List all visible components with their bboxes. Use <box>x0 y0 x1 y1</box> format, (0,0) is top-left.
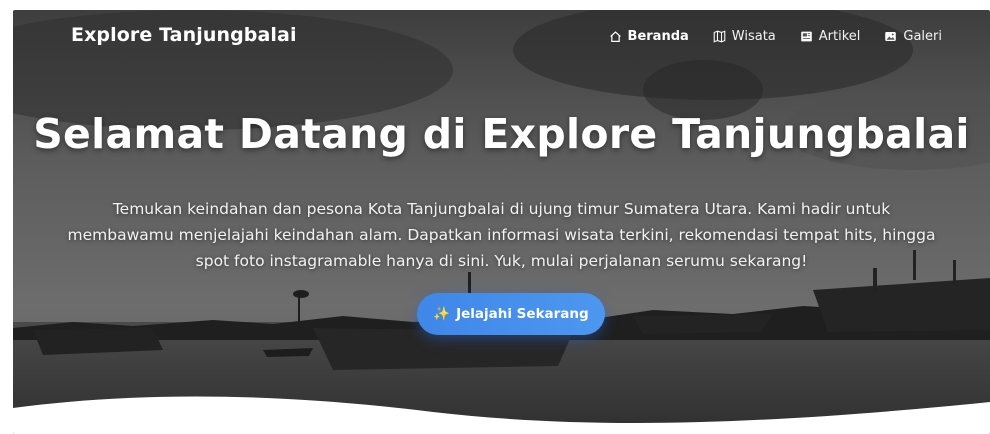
nav-item-label: Beranda <box>627 29 689 44</box>
nav-item-label: Artikel <box>818 29 861 44</box>
nav-item-label: Galeri <box>903 29 942 44</box>
home-icon <box>609 30 622 43</box>
cta-label: Jelajahi Sekarang <box>456 306 589 322</box>
nav-item-beranda[interactable]: Beranda <box>609 29 689 44</box>
nav-item-wisata[interactable]: Wisata <box>713 29 776 44</box>
nav-item-galeri[interactable]: Galeri <box>884 29 942 44</box>
nav-item-artikel[interactable]: Artikel <box>800 29 861 44</box>
gallery-icon <box>884 30 897 43</box>
hero-title: Selamat Datang di Explore Tanjungbalai <box>33 110 970 158</box>
explore-now-button[interactable]: ✨ Jelajahi Sekarang <box>417 293 605 335</box>
nav-menu: Beranda Wisata Artikel Galeri <box>609 29 942 44</box>
page: Explore Tanjungbalai Beranda Wisata Arti… <box>0 0 990 434</box>
brand-logo[interactable]: Explore Tanjungbalai <box>71 24 297 46</box>
newspaper-icon <box>800 30 813 43</box>
hero-description: Temukan keindahan dan pesona Kota Tanjun… <box>67 199 936 270</box>
navbar: Explore Tanjungbalai Beranda Wisata Arti… <box>13 10 990 66</box>
sparkles-icon: ✨ <box>433 306 451 322</box>
map-icon <box>713 30 726 43</box>
wave-divider <box>13 394 990 434</box>
hero-section: Explore Tanjungbalai Beranda Wisata Arti… <box>13 10 990 434</box>
nav-item-label: Wisata <box>731 29 776 44</box>
